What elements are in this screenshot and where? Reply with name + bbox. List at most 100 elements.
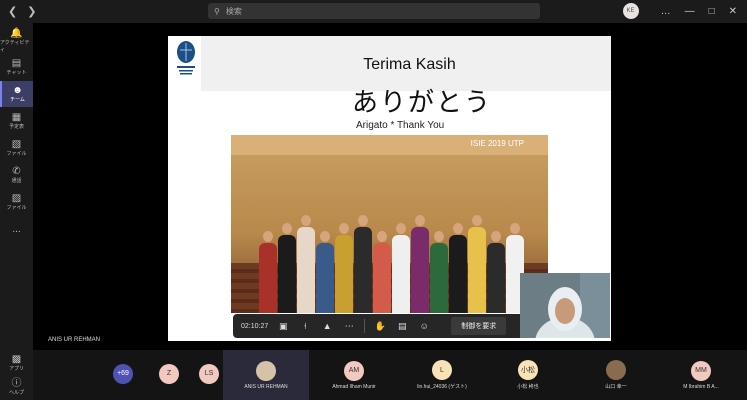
- self-view-video: [520, 273, 610, 338]
- person-head: [453, 223, 463, 234]
- rail-item-calendar[interactable]: ▦ 予定表: [0, 108, 33, 134]
- nav-arrows: ❮ ❯: [8, 5, 36, 18]
- more-icon[interactable]: …: [661, 6, 671, 17]
- team-icon: ☻: [12, 85, 23, 96]
- app-rail: 🔔 アクティビティ ▤ チャット ☻ チーム ▦ 予定表 ▧ ファイル ✆ 通話…: [0, 23, 33, 400]
- rail-item-chat[interactable]: ▤ チャット: [0, 54, 33, 80]
- rail-label: 予定表: [8, 124, 24, 130]
- participant-tile[interactable]: 山口 幸一: [573, 350, 659, 400]
- file-icon: ▨: [11, 193, 22, 204]
- rail-item-files[interactable]: ▧ ファイル: [0, 135, 33, 161]
- person-figure: [449, 235, 467, 313]
- call-timer: 02:10:27: [241, 322, 269, 330]
- rail-item-help[interactable]: ⓘ ヘルプ: [0, 374, 33, 400]
- person-figure: [259, 243, 277, 313]
- person-figure: [278, 235, 296, 313]
- person-figure: [392, 235, 410, 313]
- rail-label: ヘルプ: [8, 390, 24, 396]
- forward-icon[interactable]: ❯: [27, 5, 36, 18]
- participant-tile[interactable]: 小松 小松 柊也: [485, 350, 571, 400]
- person-figure: [316, 243, 334, 313]
- participant-avatar: +69: [113, 363, 133, 384]
- rail-item-more[interactable]: ...: [0, 216, 33, 242]
- participant-avatar: [606, 360, 626, 380]
- apps-icon: ▩: [11, 354, 22, 365]
- rail-label: アクティビティ: [0, 39, 30, 53]
- person-head: [282, 223, 292, 234]
- rail-label: チーム: [10, 97, 25, 103]
- participant-name: 山口 幸一: [605, 384, 627, 390]
- person-head: [472, 215, 482, 226]
- person-figure: [468, 227, 486, 313]
- share-screen-icon[interactable]: ▲: [320, 321, 334, 331]
- participant-name: M Ibrahim B A...: [683, 383, 719, 390]
- person-figure: [487, 243, 505, 313]
- rail-item-teams[interactable]: ☻ チーム: [0, 81, 33, 107]
- mic-icon[interactable]: ⍿: [298, 321, 312, 332]
- divider: [364, 319, 366, 333]
- person-head: [434, 231, 444, 242]
- person-figure: [335, 235, 353, 313]
- participant-avatar: LS: [199, 363, 219, 384]
- participants-icon[interactable]: ☺: [417, 321, 431, 331]
- participant-avatar: Z: [159, 363, 179, 384]
- more-options-icon[interactable]: ⋯: [342, 321, 356, 332]
- participant-avatar: 小松: [518, 360, 538, 380]
- participant-name: lin.hui_24036 (ゲスト): [417, 384, 467, 390]
- raise-hand-icon[interactable]: ✋: [373, 321, 387, 332]
- photo-caption: ISIE 2019 UTP: [470, 139, 524, 148]
- person-head: [339, 223, 349, 234]
- rail-item-activity[interactable]: 🔔 アクティビティ: [0, 27, 33, 53]
- person-head: [415, 215, 425, 226]
- call-toolbar: 02:10:27 ▣ ⍿ ▲ ⋯ ✋ ▤ ☺ 制御を要求 ☎: [233, 314, 553, 338]
- slide-subtitle: Arigato * Thank You: [356, 120, 445, 131]
- back-icon[interactable]: ❮: [8, 5, 17, 18]
- minimize-icon[interactable]: —: [685, 6, 695, 17]
- participant-avatar: AM: [344, 360, 364, 381]
- rail-label: ファイル: [6, 151, 27, 157]
- person-head: [263, 231, 273, 242]
- bell-icon: 🔔: [10, 27, 23, 39]
- participant-tile[interactable]: AM Ahmad Ilham Munir: [311, 350, 397, 400]
- file-icon: ▧: [11, 139, 22, 150]
- calendar-icon: ▦: [11, 112, 22, 123]
- person-head: [491, 231, 501, 242]
- help-icon: ⓘ: [11, 378, 22, 389]
- close-icon[interactable]: ✕: [729, 6, 737, 17]
- maximize-icon[interactable]: □: [709, 6, 715, 17]
- chat-icon[interactable]: ▤: [395, 321, 409, 332]
- participant-name: Ahmad Ilham Munir: [332, 383, 376, 390]
- rail-label: 通話: [11, 178, 22, 184]
- participant-avatar: MM: [691, 360, 711, 381]
- person-figure: [354, 227, 372, 313]
- more-icon: ...: [12, 223, 21, 235]
- chat-icon: ▤: [11, 58, 22, 69]
- window-controls: KE … — □ ✕: [622, 3, 737, 19]
- person-head: [320, 231, 330, 242]
- search-placeholder: 検索: [225, 6, 242, 16]
- participant-tile[interactable]: Z: [151, 350, 187, 400]
- participant-tile[interactable]: ANIS UR REHMAN: [223, 350, 309, 400]
- search-input[interactable]: ⚲ 検索: [208, 3, 540, 19]
- person-figure: [373, 243, 391, 313]
- request-control-button[interactable]: 制御を要求: [451, 317, 507, 335]
- person-figure: [297, 227, 315, 313]
- person-head: [377, 231, 387, 242]
- participant-tile[interactable]: +69: [105, 350, 141, 400]
- phone-icon: ✆: [12, 166, 21, 177]
- slide-title: Terima Kasih: [363, 56, 456, 73]
- person-head: [510, 223, 520, 234]
- rail-item-calls[interactable]: ✆ 通話: [0, 162, 33, 188]
- search-icon: ⚲: [214, 6, 220, 16]
- rail-label: ファイル: [6, 205, 27, 211]
- participant-tile[interactable]: LS: [191, 350, 227, 400]
- user-avatar[interactable]: KE: [622, 3, 639, 19]
- rail-item-apps[interactable]: ▩ アプリ: [0, 350, 33, 376]
- participant-tile[interactable]: Llin.hui_24036 (ゲスト): [399, 350, 485, 400]
- participant-tile[interactable]: MM M Ibrahim B A...: [661, 350, 741, 400]
- participant-avatar: [256, 360, 276, 381]
- person-figure: [430, 243, 448, 313]
- camera-off-icon[interactable]: ▣: [276, 321, 290, 332]
- participant-name: ANIS UR REHMAN: [244, 383, 288, 390]
- rail-item-files-2[interactable]: ▨ ファイル: [0, 189, 33, 215]
